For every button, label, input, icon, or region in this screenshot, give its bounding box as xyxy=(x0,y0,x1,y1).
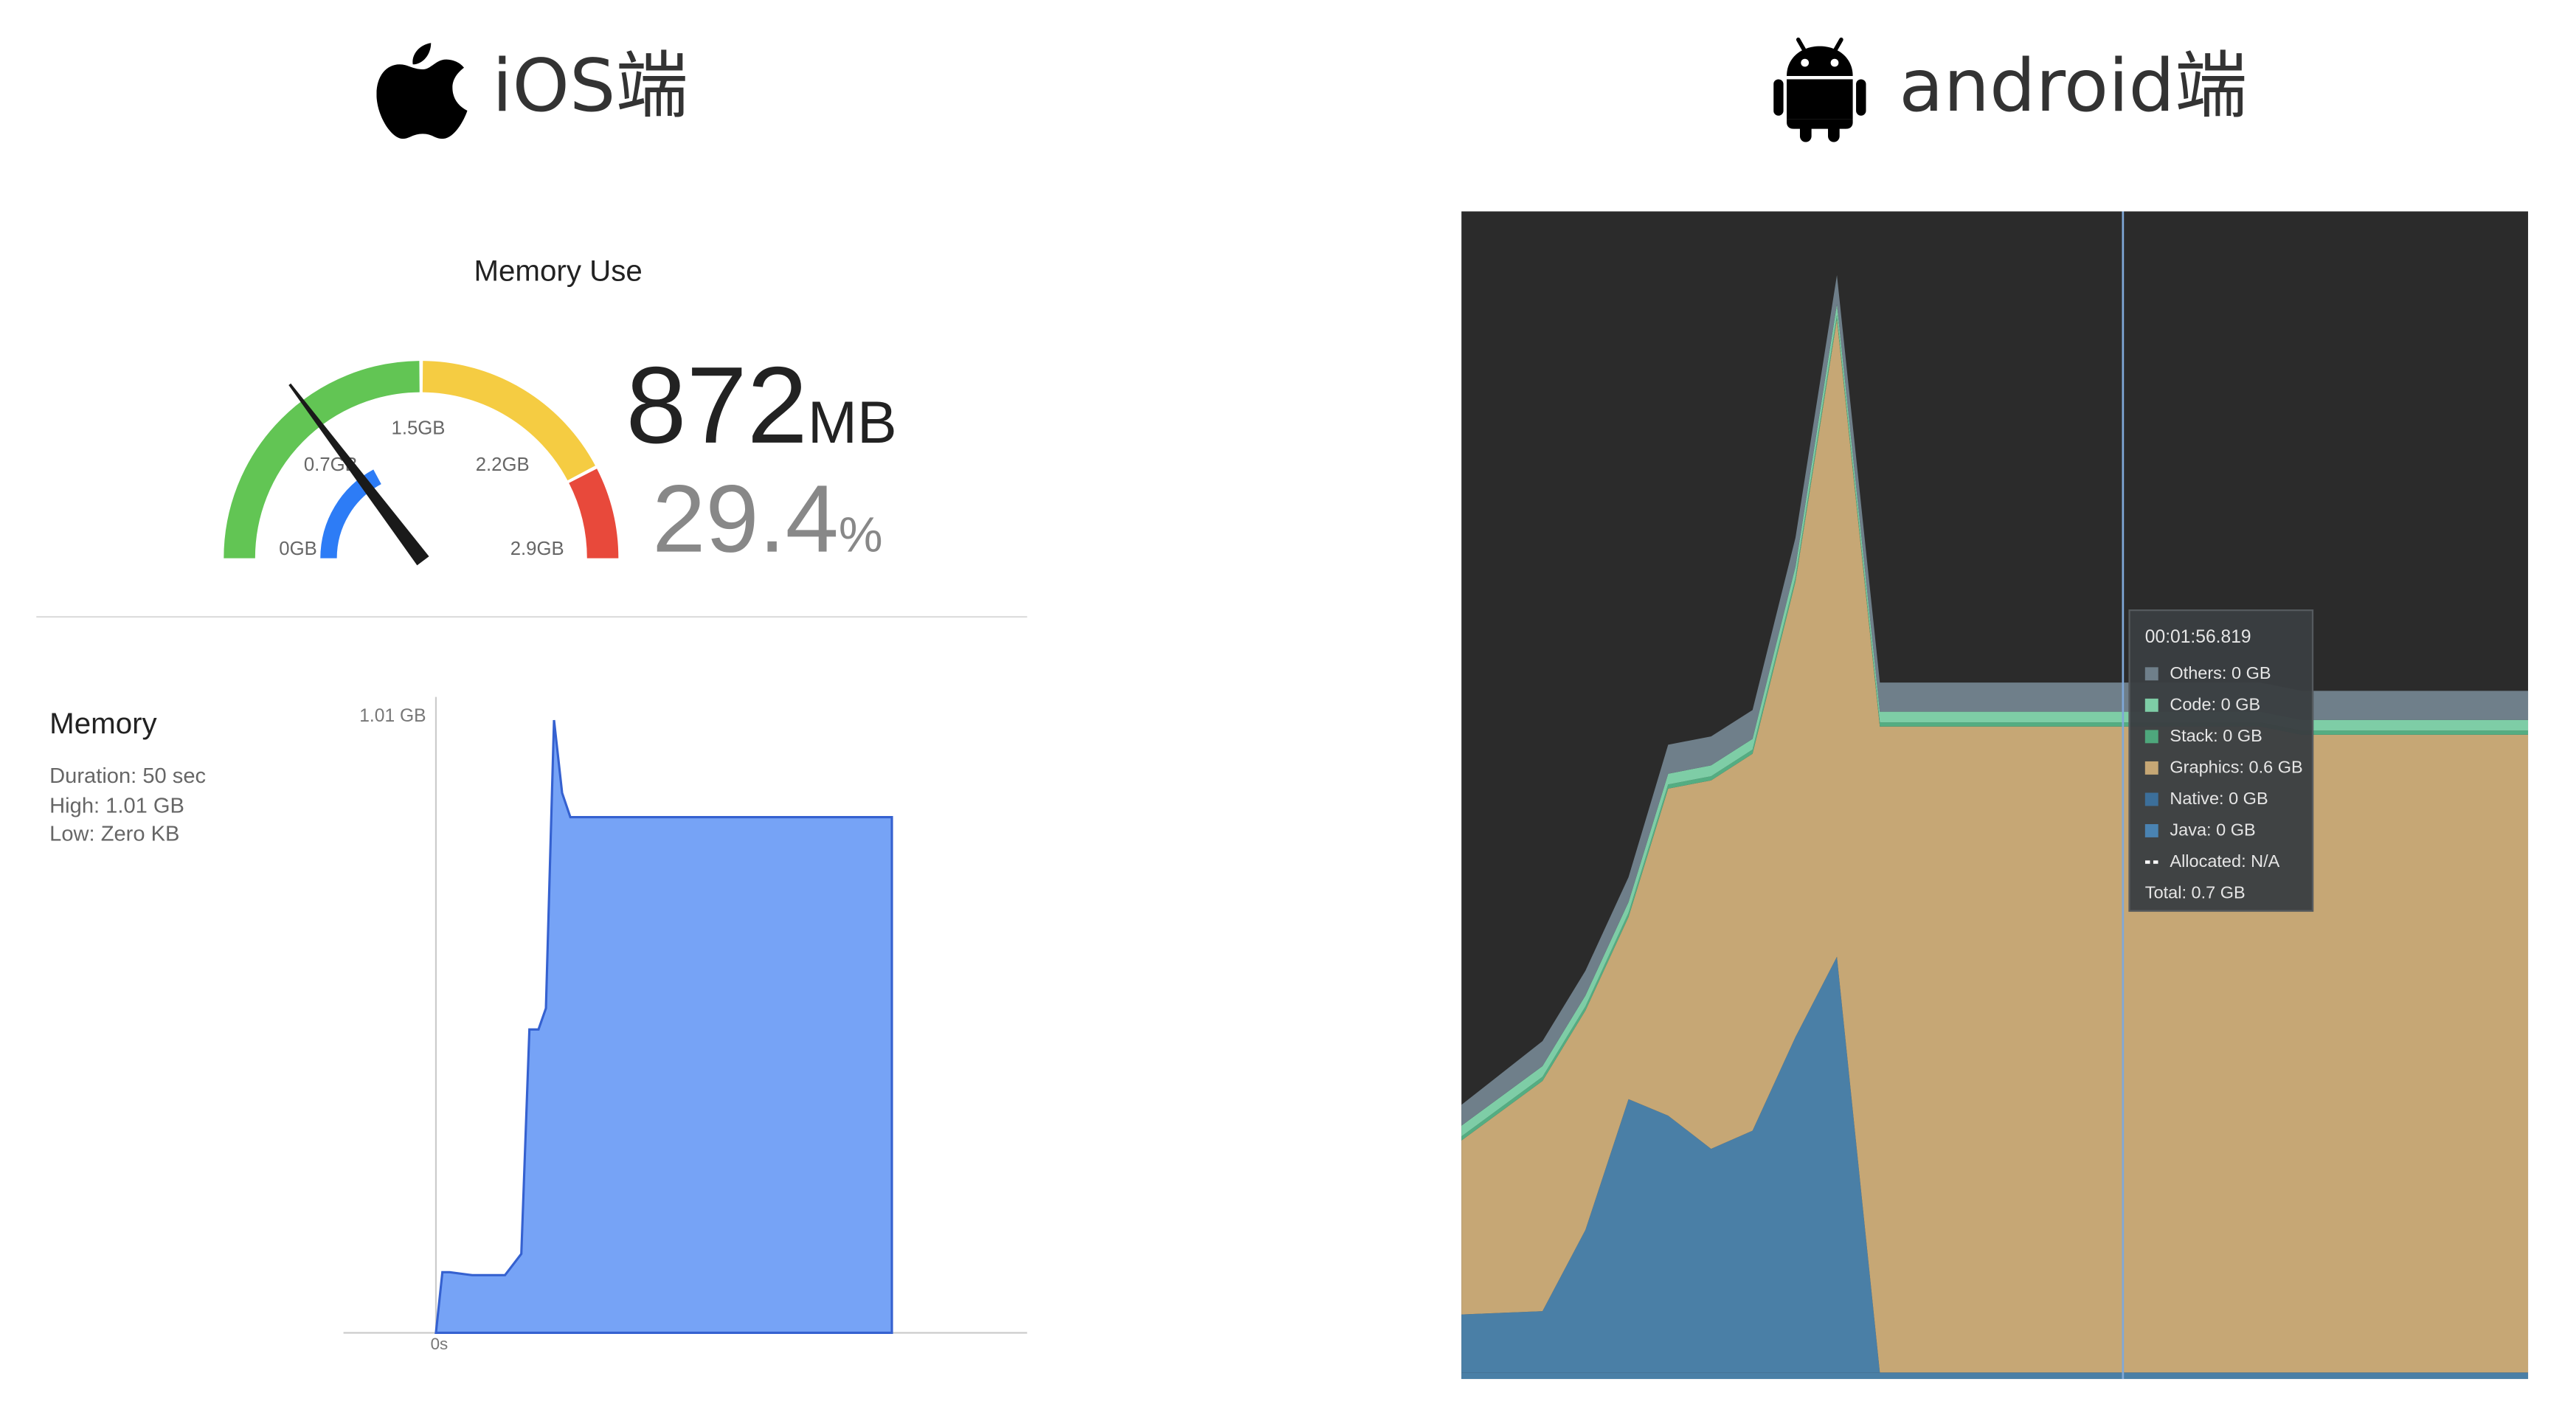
android-title: android端 xyxy=(1899,44,2248,129)
tooltip-row-label: Allocated: N/A xyxy=(2170,851,2280,871)
tooltip-row: Others: 0 GB xyxy=(2144,657,2312,689)
tooltip-row: Code: 0 GB xyxy=(2144,688,2312,720)
tooltip-row-label: Java: 0 GB xyxy=(2170,820,2256,840)
tooltip-rows: Others: 0 GB Code: 0 GB Stack: 0 GB Graphic… xyxy=(2144,657,2312,877)
ios-y-tick-label: 1.01 GB xyxy=(359,706,426,726)
legend-swatch-icon xyxy=(2144,760,2158,774)
tooltip-row: Allocated: N/A xyxy=(2144,846,2312,877)
legend-swatch-icon xyxy=(2144,792,2158,806)
tooltip-row-label: Others: 0 GB xyxy=(2170,663,2271,683)
tooltip-row: Native: 0 GB xyxy=(2144,783,2312,815)
tooltip-row: Java: 0 GB xyxy=(2144,815,2312,846)
tooltip-row-label: Native: 0 GB xyxy=(2170,788,2268,809)
ios-memory-area xyxy=(434,719,893,1335)
comparison-canvas: iOS端 Memory Use 0GB 0.7GB 1.5GB 2.2GB 2.… xyxy=(0,0,2576,1420)
android-memory-chart xyxy=(1461,211,2529,1380)
legend-swatch-icon xyxy=(2144,666,2158,680)
tooltip-row: Graphics: 0.6 GB xyxy=(2144,752,2312,784)
ios-memory-chart: 1.01 GB 0s xyxy=(343,696,1028,1353)
tooltip-total: Total: 0.7 GB xyxy=(2144,882,2246,903)
android-tooltip: 00:01:56.819 Others: 0 GB Code: 0 GB Stack… xyxy=(2128,609,2314,912)
tooltip-time: 00:01:56.819 xyxy=(2144,627,2251,648)
tooltip-row-label: Code: 0 GB xyxy=(2170,694,2261,715)
layer-java xyxy=(1461,1372,2529,1380)
ios-x-tick-label: 0s xyxy=(431,1335,449,1353)
legend-swatch-icon xyxy=(2144,697,2158,711)
legend-swatch-icon xyxy=(2144,729,2158,743)
dashed-line-icon xyxy=(2144,860,2158,863)
android-robot-icon xyxy=(1773,36,1866,142)
tooltip-row-label: Stack: 0 GB xyxy=(2170,725,2262,746)
tooltip-row-label: Graphics: 0.6 GB xyxy=(2170,757,2303,778)
legend-swatch-icon xyxy=(2144,823,2158,837)
tooltip-row: Stack: 0 GB xyxy=(2144,720,2312,752)
